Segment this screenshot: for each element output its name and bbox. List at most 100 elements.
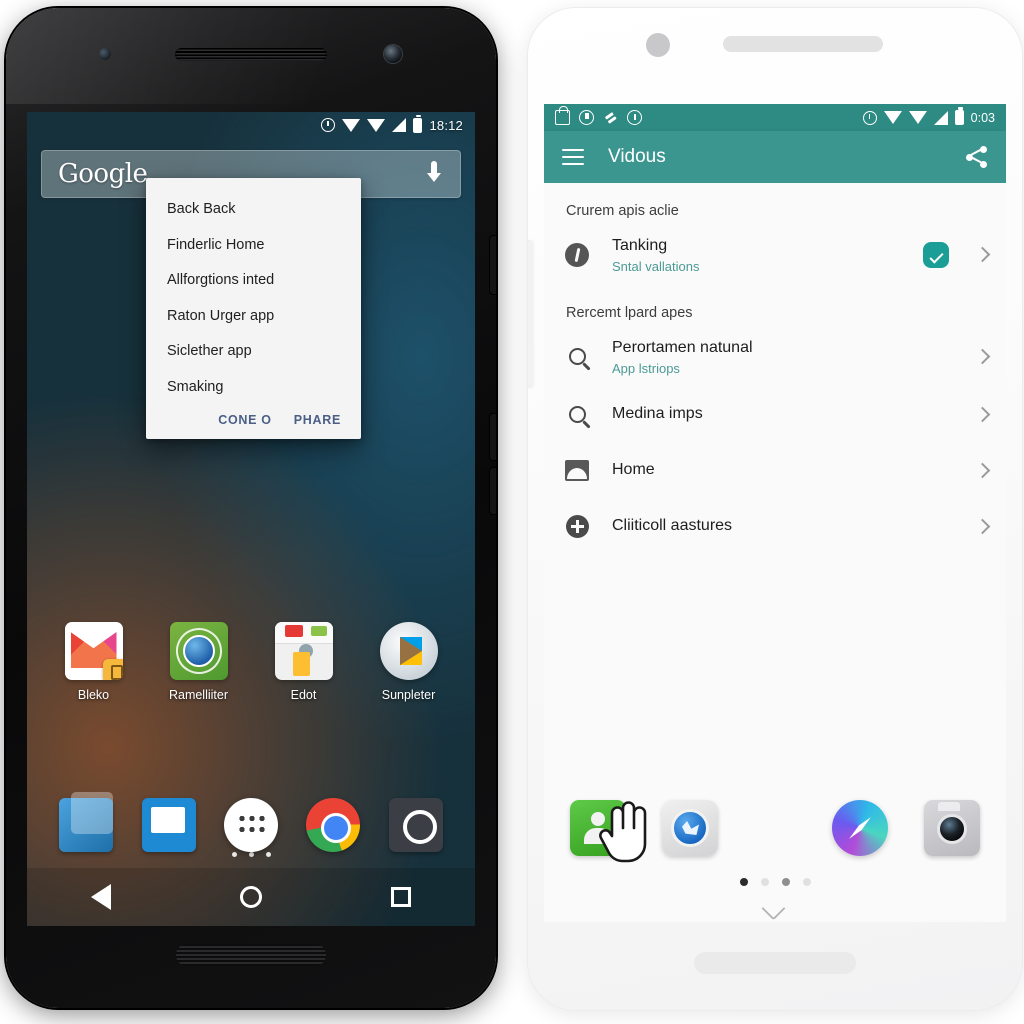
camera-icon[interactable] xyxy=(924,800,980,856)
earpiece-speaker xyxy=(723,36,883,52)
chevron-right-icon xyxy=(974,247,991,263)
status-badge xyxy=(923,241,949,268)
list-item[interactable]: Cliiticoll aastures xyxy=(544,499,1006,555)
dialog-actions: CONE O PHARE xyxy=(146,405,361,433)
image-icon xyxy=(562,456,592,486)
home-icon[interactable] xyxy=(239,886,262,908)
app-shortcut-bleko[interactable]: Bleko xyxy=(48,622,140,702)
app-shortcut-edot[interactable]: Edot xyxy=(258,622,350,702)
earpiece-speaker xyxy=(175,48,327,61)
list-item[interactable]: Home xyxy=(544,443,1006,499)
app-shortcut-ramelliiter[interactable]: Ramelliiter xyxy=(153,619,245,702)
messages-icon[interactable] xyxy=(141,798,196,852)
page-dot-active[interactable] xyxy=(739,878,748,886)
dialog-item[interactable]: Allforgtions inted xyxy=(146,263,361,299)
alarm-icon xyxy=(321,118,336,132)
lock-badge-icon xyxy=(102,659,123,680)
wifi-icon-secondary xyxy=(367,118,386,132)
camera-icon[interactable] xyxy=(388,798,443,852)
recents-icon[interactable] xyxy=(390,887,411,907)
chevron-right-icon xyxy=(974,348,991,365)
bottom-speaker-grille xyxy=(694,952,856,974)
alarm-icon xyxy=(862,110,877,125)
download-icon xyxy=(579,110,594,125)
page-dot[interactable] xyxy=(781,878,790,886)
list-item-title: Medina imps xyxy=(612,405,703,423)
section-header: Crurem apis aclie xyxy=(566,203,679,219)
section-header: Rercemt lpard apes xyxy=(566,304,693,321)
lock-icon xyxy=(555,106,570,125)
page-dot[interactable] xyxy=(265,852,271,857)
volume-button[interactable] xyxy=(528,240,533,388)
dialog-item[interactable]: Siclether app xyxy=(146,334,361,370)
page-dot[interactable] xyxy=(802,878,811,886)
app-shortcut-sunpleter[interactable]: Sunpleter xyxy=(363,622,455,702)
system-status-icons: 0:03 xyxy=(862,107,995,125)
status-bar-clock: 0:03 xyxy=(970,110,995,125)
list-item-subtitle: Sntal vallations xyxy=(612,258,700,274)
page-dot[interactable] xyxy=(231,852,237,857)
dialog-item[interactable]: Raton Urger app xyxy=(146,299,361,335)
app-label: Sunpleter xyxy=(381,688,436,702)
wifi-icon-secondary xyxy=(908,111,927,124)
list-item-text: Tanking Sntal vallations xyxy=(612,236,903,274)
pointer-hand-cursor xyxy=(599,801,647,863)
app-drawer-icon[interactable] xyxy=(223,798,278,852)
front-camera xyxy=(646,33,670,57)
list-item-text: Medina imps xyxy=(612,404,949,425)
list-item-text: Cliiticoll aastures xyxy=(612,516,949,537)
list-item-text: Home xyxy=(612,460,949,481)
home-screen-page-dots xyxy=(27,852,475,857)
mic-icon[interactable] xyxy=(424,161,444,187)
list-item-title: Cliiticoll aastures xyxy=(612,517,733,535)
info-icon xyxy=(562,240,592,270)
list-item-title: Perortamen natunal xyxy=(612,338,753,356)
volume-up-button[interactable] xyxy=(490,414,496,460)
search-icon xyxy=(562,400,592,430)
dialog-item[interactable]: Back Back xyxy=(146,192,361,228)
plus-icon xyxy=(562,512,592,542)
back-icon[interactable] xyxy=(91,884,112,910)
chevron-down-icon[interactable] xyxy=(765,900,785,910)
power-button[interactable] xyxy=(490,236,496,294)
maps-icon[interactable] xyxy=(662,800,718,856)
app-chooser-dialog[interactable]: Back Back Finderlic Home Allforgtions in… xyxy=(146,178,361,440)
list-item[interactable]: Medina imps xyxy=(544,387,1006,443)
list-item[interactable]: Tanking Sntal vallations xyxy=(544,225,1006,285)
share-icon[interactable] xyxy=(966,146,988,168)
hamburger-icon[interactable] xyxy=(562,149,584,165)
earth-icon xyxy=(167,619,230,683)
battery-icon xyxy=(954,107,964,125)
proximity-sensor xyxy=(99,48,111,60)
wifi-icon xyxy=(342,118,361,132)
gmail-icon xyxy=(64,622,123,680)
dialog-item[interactable]: Finderlic Home xyxy=(146,228,361,264)
toolbox-icon xyxy=(274,622,333,680)
status-bar-clock: 18:12 xyxy=(429,117,463,133)
battery-icon xyxy=(413,114,423,133)
dialog-confirm-button[interactable]: PHARE xyxy=(294,413,341,427)
dialog-cancel-button[interactable]: CONE O xyxy=(218,413,272,427)
app-bar: Vidous xyxy=(544,131,1006,183)
volume-down-button[interactable] xyxy=(490,468,496,514)
android-navigation-bar xyxy=(27,868,475,926)
page-dot[interactable] xyxy=(760,878,769,886)
google-logo: Google xyxy=(58,159,148,189)
app-label: Bleko xyxy=(77,688,110,702)
dark-phone-dock xyxy=(27,792,475,852)
signal-icon xyxy=(933,110,948,125)
android-phone-dark: 18:12 Google Back Back Finderlic Home Al… xyxy=(6,8,496,1008)
screenshot-stage: 18:12 Google Back Back Finderlic Home Al… xyxy=(0,0,1024,1024)
signal-icon xyxy=(392,118,407,132)
page-dot[interactable] xyxy=(248,852,254,857)
dark-status-bar: 18:12 xyxy=(27,112,475,138)
list-item-title: Home xyxy=(612,461,655,479)
play-store-icon xyxy=(379,622,438,680)
list-item[interactable]: Perortamen natunal App lstriops xyxy=(544,327,1006,387)
files-icon[interactable] xyxy=(59,792,114,852)
list-item-title: Tanking xyxy=(612,237,668,254)
chrome-icon[interactable] xyxy=(306,798,361,852)
bottom-speaker-grille xyxy=(176,944,326,966)
safari-icon[interactable] xyxy=(832,800,888,856)
dialog-item[interactable]: Smaking xyxy=(146,370,361,406)
